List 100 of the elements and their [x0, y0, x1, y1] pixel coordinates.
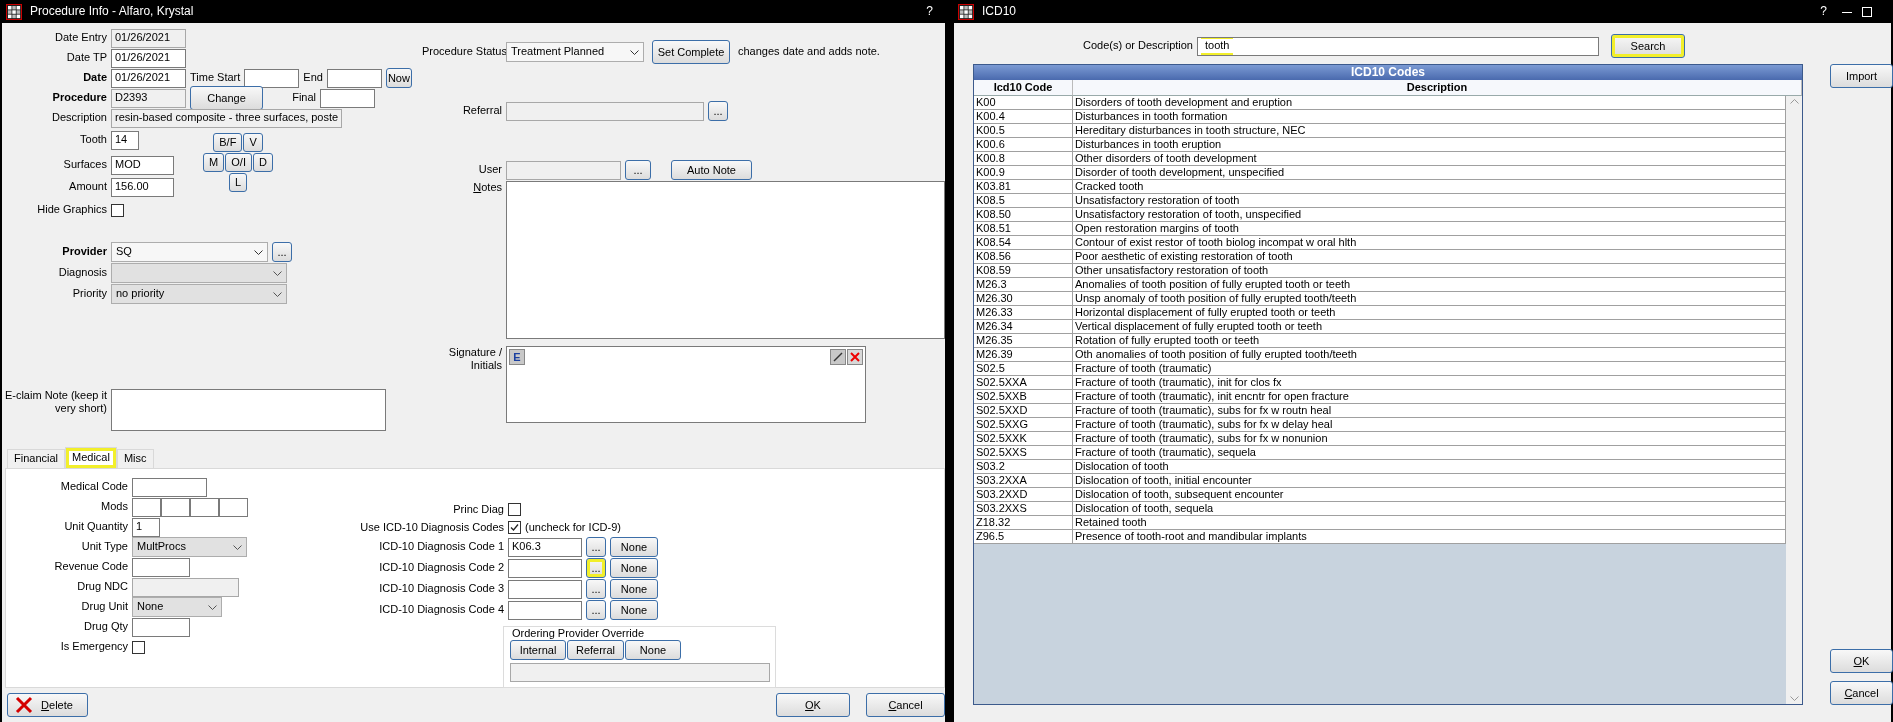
checkbox[interactable] [508, 521, 521, 534]
checkbox[interactable] [132, 640, 145, 654]
table-cell: Contour of exist restor of tooth biolog incompat w oral hlth [1073, 236, 1786, 250]
caret-icon [208, 604, 217, 610]
text-field[interactable]: 01/26/2021 [111, 68, 186, 88]
column-header[interactable]: Icd10 Code [974, 80, 1073, 96]
caret-icon[interactable] [1789, 99, 1799, 104]
field-label: Priority [71, 287, 107, 301]
table-cell: Vertical displacement of fully erupted tooth or teeth [1073, 320, 1786, 334]
ok-button[interactable]: OK [776, 693, 850, 717]
dropdown[interactable]: SQ [111, 242, 268, 262]
field-label: ICD-10 Diagnosis Code 1 [378, 540, 504, 554]
table-cell: Fracture of tooth (traumatic), subs for fx w routn heal [1073, 404, 1786, 418]
text-field[interactable] [320, 88, 375, 108]
field-label: Drug NDC [76, 580, 128, 594]
text-field[interactable] [132, 617, 190, 637]
option-button[interactable]: Internal [510, 640, 566, 661]
field-label: Procedure [51, 91, 107, 105]
delete-button[interactable]: Delete [7, 693, 88, 717]
none-button[interactable]: None [610, 600, 658, 620]
search-field[interactable]: tooth [1197, 36, 1599, 56]
tab[interactable]: Misc [116, 449, 154, 468]
text-field[interactable] [508, 600, 582, 620]
cancel-button[interactable]: Cancel [1830, 681, 1893, 705]
surface-button[interactable]: L [228, 173, 248, 192]
text-field[interactable]: 1 [132, 517, 160, 537]
field-label: Amount [68, 180, 107, 194]
table-cell: Open restoration margins of tooth [1073, 222, 1786, 236]
app-icon [958, 3, 974, 20]
caret-icon[interactable] [1789, 696, 1799, 701]
tab[interactable]: Financial [7, 449, 66, 468]
auto-note-button[interactable]: Auto Note [671, 160, 752, 180]
option-button[interactable]: None [625, 640, 681, 661]
surface-button[interactable]: M [203, 153, 225, 172]
maximize-icon[interactable] [1861, 5, 1873, 18]
table-cell: K00.5 [974, 124, 1073, 138]
checkbox[interactable] [508, 503, 521, 516]
table-cell: K03.81 [974, 180, 1073, 194]
text-field[interactable]: 01/26/2021 [111, 48, 186, 68]
ok-button[interactable]: OK [1830, 649, 1893, 673]
text-field[interactable]: MOD [111, 155, 174, 175]
table-cell: M26.30 [974, 292, 1073, 306]
table-cell: K08.51 [974, 222, 1073, 236]
set-complete-button[interactable]: Set Complete [652, 40, 730, 64]
text-field[interactable]: K06.3 [508, 537, 582, 557]
table-cell: K08.54 [974, 236, 1073, 250]
text-field[interactable] [161, 497, 190, 517]
browse-button[interactable]: ... [625, 160, 651, 180]
field-label: Drug Qty [83, 620, 128, 634]
none-button[interactable]: None [610, 537, 658, 557]
option-button[interactable]: Referral [567, 640, 624, 661]
text-field[interactable] [508, 579, 582, 599]
surface-button[interactable]: D [252, 153, 273, 172]
table-cell: M26.35 [974, 334, 1073, 348]
help-button[interactable]: ? [920, 4, 939, 19]
browse-button[interactable]: ... [586, 558, 606, 578]
surface-button[interactable]: V [243, 133, 263, 152]
browse-button[interactable]: ... [272, 242, 292, 262]
notes-field[interactable] [506, 181, 945, 339]
cancel-button[interactable]: Cancel [866, 693, 945, 717]
table-cell: Oth anomalies of tooth position of fully erupted tooth/teeth [1073, 348, 1786, 362]
text-field[interactable] [132, 557, 190, 577]
browse-button[interactable]: ... [586, 579, 606, 599]
table-cell: S03.2 [974, 460, 1073, 474]
text-field[interactable] [508, 558, 582, 578]
column-header[interactable]: Description [1073, 80, 1802, 96]
field-label: Diagnosis [57, 266, 107, 280]
text-field[interactable]: 14 [111, 130, 139, 150]
text-field[interactable] [326, 68, 382, 88]
note-field[interactable] [111, 389, 386, 431]
pen-icon[interactable] [830, 349, 846, 365]
none-button[interactable]: None [610, 558, 658, 578]
dropdown[interactable]: Treatment Planned [506, 42, 644, 62]
hint-text: changes date and adds note. [738, 45, 880, 59]
tab[interactable]: Medical [65, 447, 117, 468]
import-button[interactable]: Import [1830, 64, 1893, 88]
text-field[interactable] [510, 663, 770, 683]
browse-button[interactable]: ... [708, 101, 728, 121]
now-button[interactable]: Now [385, 68, 412, 88]
text-field[interactable] [244, 68, 300, 88]
table-cell: Presence of tooth-root and mandibular implants [1073, 530, 1786, 544]
none-button[interactable]: None [610, 579, 658, 599]
table-cell: K00.9 [974, 166, 1073, 180]
field-label: Date [82, 71, 107, 85]
search-button[interactable]: Search [1611, 34, 1685, 58]
text-field[interactable]: 156.00 [111, 177, 174, 197]
e-button[interactable]: E [509, 349, 525, 365]
field-label: ICD-10 Diagnosis Code 2 [378, 561, 504, 575]
change-button[interactable]: Change [190, 86, 263, 110]
browse-button[interactable]: ... [586, 537, 606, 557]
checkbox[interactable] [111, 203, 124, 217]
help-button[interactable]: ? [1814, 4, 1833, 19]
text-field[interactable] [190, 497, 219, 517]
text-field[interactable] [132, 477, 207, 497]
signature-pad[interactable]: E [506, 346, 866, 423]
text-field[interactable] [132, 497, 161, 517]
surface-button[interactable]: O/I [225, 153, 252, 172]
browse-button[interactable]: ... [586, 600, 606, 620]
text-field[interactable] [219, 497, 248, 517]
surface-button[interactable]: B/F [213, 133, 243, 152]
